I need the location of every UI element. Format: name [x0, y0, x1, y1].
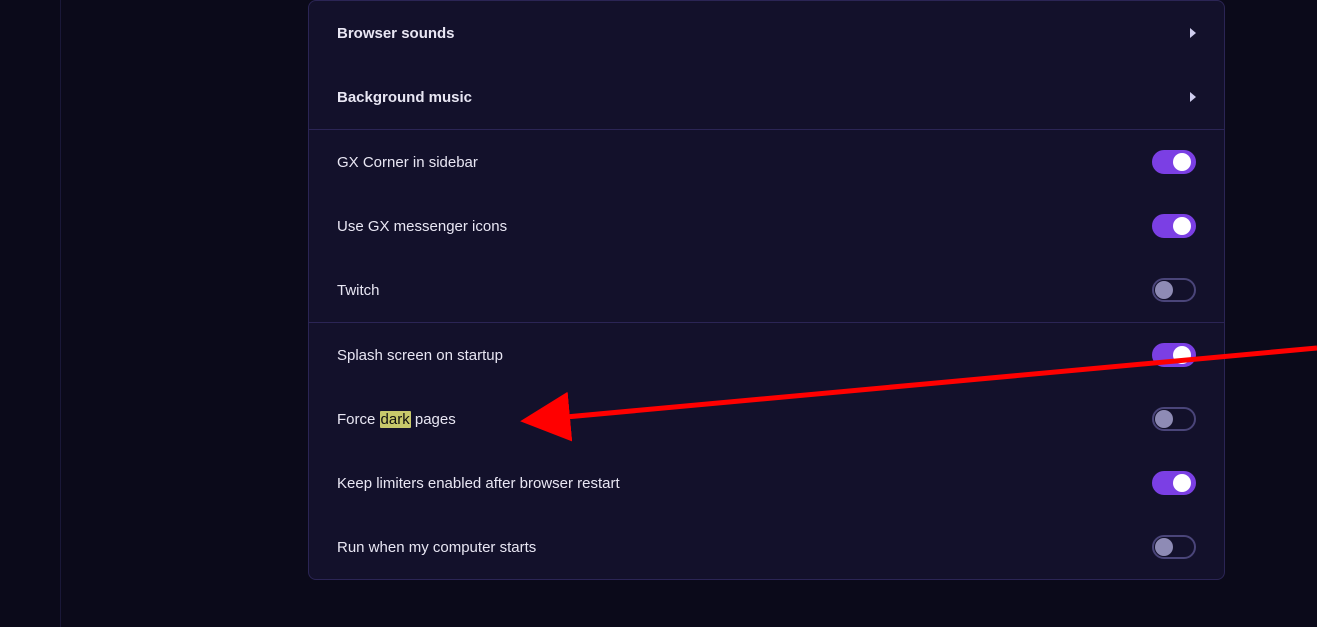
- section-expandable: Browser sounds Background music: [309, 1, 1224, 130]
- label-run-on-startup: Run when my computer starts: [337, 539, 536, 556]
- toggle-knob: [1155, 538, 1173, 556]
- text-pre: Force: [337, 411, 380, 428]
- toggle-knob: [1173, 346, 1191, 364]
- section-gx: GX Corner in sidebar Use GX messenger ic…: [309, 130, 1224, 323]
- search-highlight: dark: [380, 411, 411, 428]
- row-gx-messenger-icons: Use GX messenger icons: [309, 194, 1224, 258]
- label-force-dark-pages: Force dark pages: [337, 411, 456, 428]
- label-keep-limiters: Keep limiters enabled after browser rest…: [337, 475, 620, 492]
- label-twitch: Twitch: [337, 282, 380, 299]
- chevron-right-icon: [1190, 92, 1196, 102]
- settings-panel: Browser sounds Background music GX Corne…: [308, 0, 1225, 580]
- toggle-gx-messenger-icons[interactable]: [1152, 214, 1196, 238]
- label-gx-corner: GX Corner in sidebar: [337, 154, 478, 171]
- toggle-splash-screen[interactable]: [1152, 343, 1196, 367]
- row-gx-corner: GX Corner in sidebar: [309, 130, 1224, 194]
- toggle-knob: [1173, 217, 1191, 235]
- toggle-knob: [1155, 281, 1173, 299]
- toggle-knob: [1173, 153, 1191, 171]
- label-browser-sounds: Browser sounds: [337, 25, 455, 42]
- row-run-on-startup: Run when my computer starts: [309, 515, 1224, 579]
- left-nav-divider: [60, 0, 61, 627]
- chevron-right-icon: [1190, 28, 1196, 38]
- toggle-keep-limiters[interactable]: [1152, 471, 1196, 495]
- text-post: pages: [411, 411, 456, 428]
- row-force-dark-pages: Force dark pages: [309, 387, 1224, 451]
- label-gx-messenger-icons: Use GX messenger icons: [337, 218, 507, 235]
- row-keep-limiters: Keep limiters enabled after browser rest…: [309, 451, 1224, 515]
- label-background-music: Background music: [337, 89, 472, 106]
- row-background-music[interactable]: Background music: [309, 65, 1224, 129]
- row-twitch: Twitch: [309, 258, 1224, 322]
- toggle-knob: [1173, 474, 1191, 492]
- label-splash-screen: Splash screen on startup: [337, 347, 503, 364]
- toggle-twitch[interactable]: [1152, 278, 1196, 302]
- toggle-run-on-startup[interactable]: [1152, 535, 1196, 559]
- toggle-force-dark-pages[interactable]: [1152, 407, 1196, 431]
- section-startup: Splash screen on startup Force dark page…: [309, 323, 1224, 579]
- toggle-knob: [1155, 410, 1173, 428]
- row-splash-screen: Splash screen on startup: [309, 323, 1224, 387]
- row-browser-sounds[interactable]: Browser sounds: [309, 1, 1224, 65]
- toggle-gx-corner[interactable]: [1152, 150, 1196, 174]
